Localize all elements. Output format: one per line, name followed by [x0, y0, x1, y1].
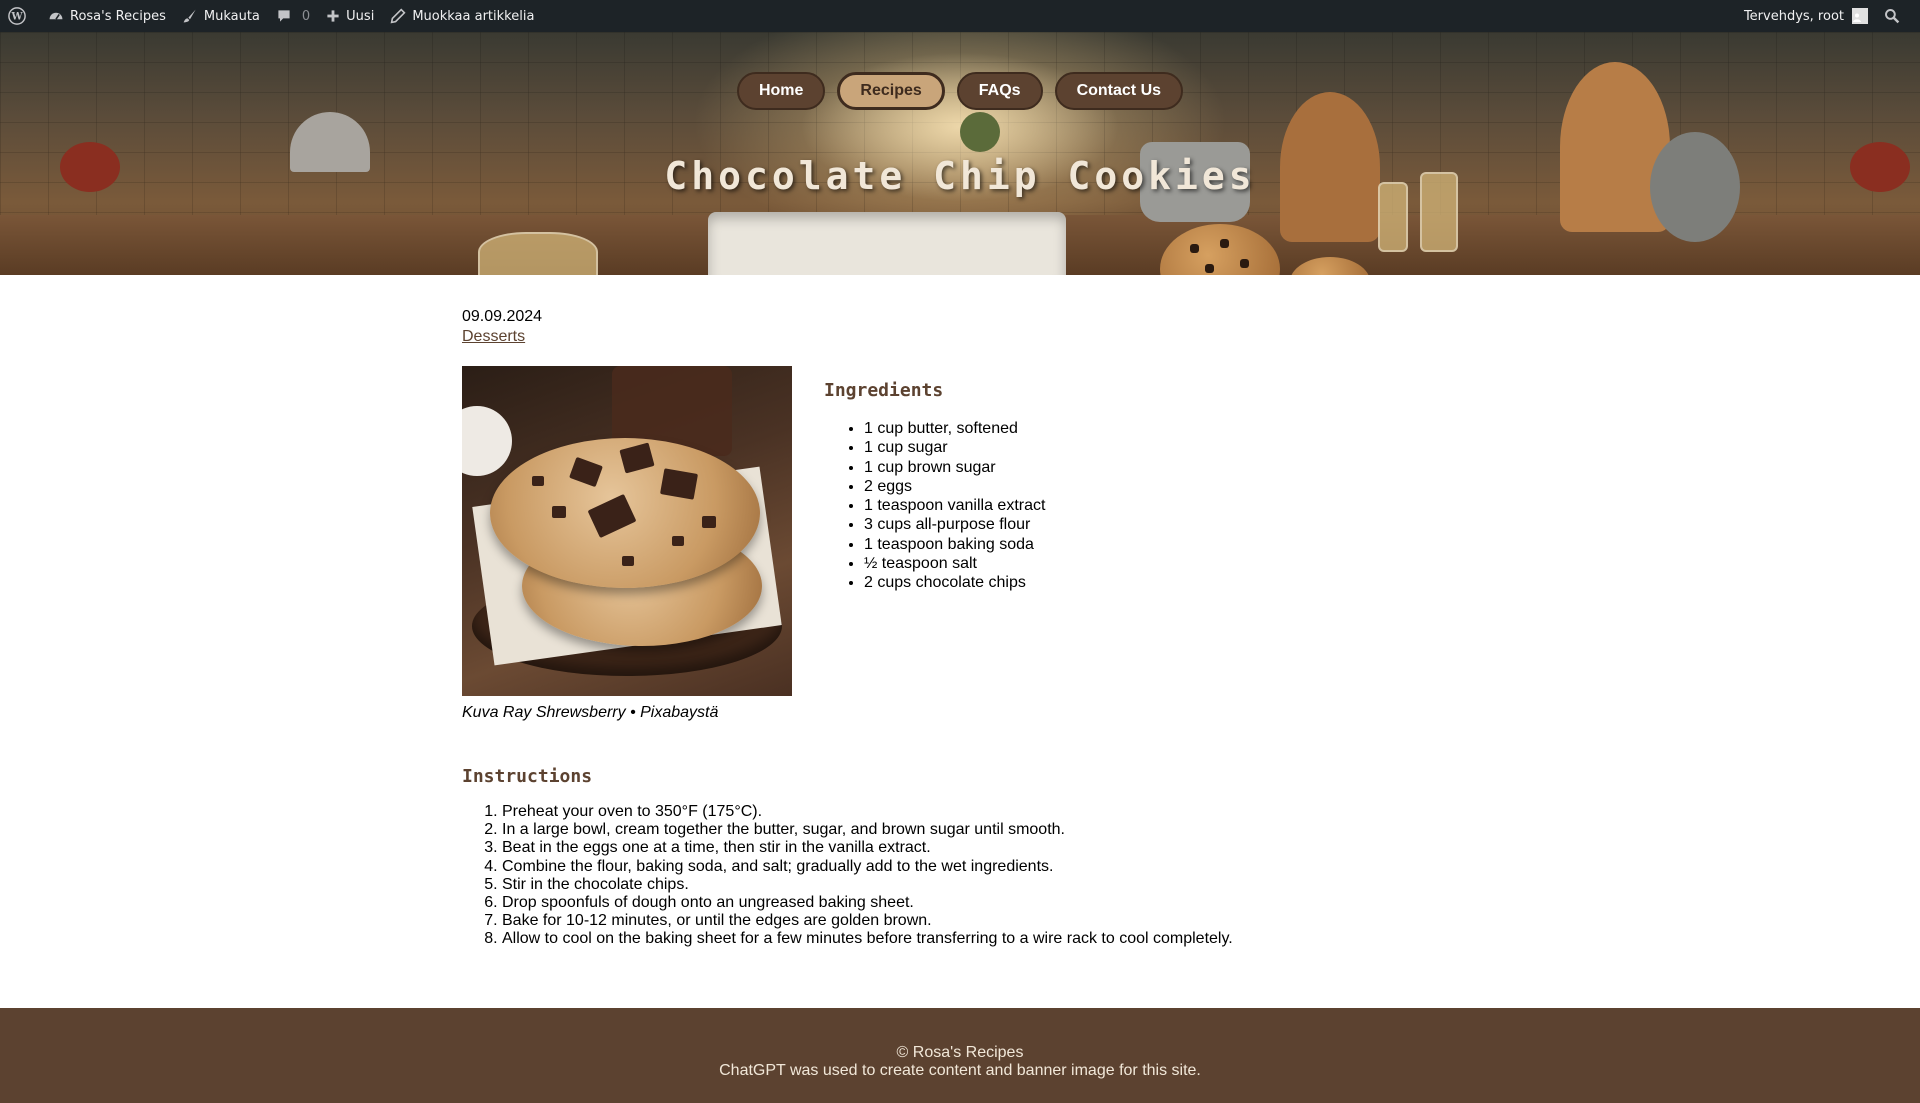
list-item: 1 cup butter, softened: [864, 419, 1045, 438]
avatar: [1852, 8, 1868, 24]
site-footer: © Rosa's Recipes ChatGPT was used to cre…: [0, 1008, 1920, 1103]
list-item: Drop spoonfuls of dough onto an ungrease…: [502, 894, 1462, 912]
search-icon: [1885, 9, 1900, 24]
customize-label: Mukauta: [203, 8, 260, 24]
footer-copyright: © Rosa's Recipes: [896, 1044, 1024, 1061]
nav-faqs[interactable]: FAQs: [956, 72, 1043, 110]
list-item: Stir in the chocolate chips.: [502, 876, 1462, 894]
greeting-label: Tervehdys, root: [1743, 8, 1844, 24]
instructions-section: Instructions Preheat your oven to 350°F …: [462, 766, 1462, 949]
list-item: Preheat your oven to 350°F (175°C).: [502, 803, 1462, 821]
image-caption: Kuva Ray Shrewsberry • Pixabaystä: [462, 704, 719, 721]
list-item: In a large bowl, cream together the butt…: [502, 821, 1462, 839]
instructions-list: Preheat your oven to 350°F (175°C). In a…: [502, 803, 1462, 949]
search-button[interactable]: [1876, 0, 1920, 32]
customize-link[interactable]: Mukauta: [174, 0, 268, 32]
site-name-menu[interactable]: Rosa's Recipes: [40, 0, 174, 32]
plus-icon: [327, 10, 339, 22]
ingredients-heading: Ingredients: [824, 380, 944, 401]
my-account-menu[interactable]: Tervehdys, root: [1736, 0, 1876, 32]
site-name-label: Rosa's Recipes: [70, 8, 166, 24]
comment-bubble-icon: [278, 10, 290, 22]
new-content-menu[interactable]: Uusi: [318, 0, 382, 32]
list-item: 1 teaspoon vanilla extract: [864, 496, 1045, 515]
comments-link[interactable]: 0: [268, 0, 318, 32]
ingredients-section: Ingredients 1 cup butter, softened 1 cup…: [824, 380, 1045, 593]
comments-count: 0: [301, 8, 311, 24]
footer-note: ChatGPT was used to create content and b…: [719, 1062, 1201, 1079]
list-item: Combine the flour, baking soda, and salt…: [502, 858, 1462, 876]
list-item: Allow to cool on the baking sheet for a …: [502, 930, 1462, 948]
post-meta: 09.09.2024 Desserts: [462, 308, 1462, 346]
list-item: 2 eggs: [864, 477, 1045, 496]
instructions-heading: Instructions: [462, 766, 593, 787]
list-item: 1 teaspoon baking soda: [864, 535, 1045, 554]
list-item: ½ teaspoon salt: [864, 554, 1045, 573]
pencil-icon: [390, 8, 406, 24]
new-label: Uusi: [346, 8, 375, 24]
nav-contact-us[interactable]: Contact Us: [1054, 72, 1184, 110]
nav-recipes[interactable]: Recipes: [837, 72, 945, 110]
post-date: 09.09.2024: [462, 308, 543, 325]
admin-bar: W Rosa's Recipes Mukauta 0 Uusi Muokkaa …: [0, 0, 1920, 32]
list-item: Beat in the eggs one at a time, then sti…: [502, 839, 1462, 857]
ingredients-list: 1 cup butter, softened 1 cup sugar 1 cup…: [864, 419, 1045, 593]
edit-post-label: Muokkaa artikkelia: [412, 8, 535, 24]
main-nav: Home Recipes FAQs Contact Us: [0, 72, 1920, 110]
header-banner: Home Recipes FAQs Contact Us Chocolate C…: [0, 32, 1920, 275]
category-link[interactable]: Desserts: [462, 328, 525, 346]
list-item: 2 cups chocolate chips: [864, 573, 1045, 592]
svg-text:W: W: [10, 12, 23, 23]
list-item: 1 cup sugar: [864, 438, 1045, 457]
wordpress-logo-button[interactable]: W: [0, 0, 40, 32]
nav-home[interactable]: Home: [736, 72, 826, 110]
edit-post-link[interactable]: Muokkaa artikkelia: [382, 0, 542, 32]
list-item: 1 cup brown sugar: [864, 458, 1045, 477]
list-item: Bake for 10-12 minutes, or until the edg…: [502, 912, 1462, 930]
paintbrush-icon: [183, 9, 196, 23]
wordpress-icon: W: [8, 7, 26, 25]
cookie-photo: [462, 366, 792, 696]
list-item: 3 cups all-purpose flour: [864, 515, 1045, 534]
page-title: Chocolate Chip Cookies: [664, 154, 1256, 198]
dashboard-gauge-icon: [49, 12, 63, 20]
